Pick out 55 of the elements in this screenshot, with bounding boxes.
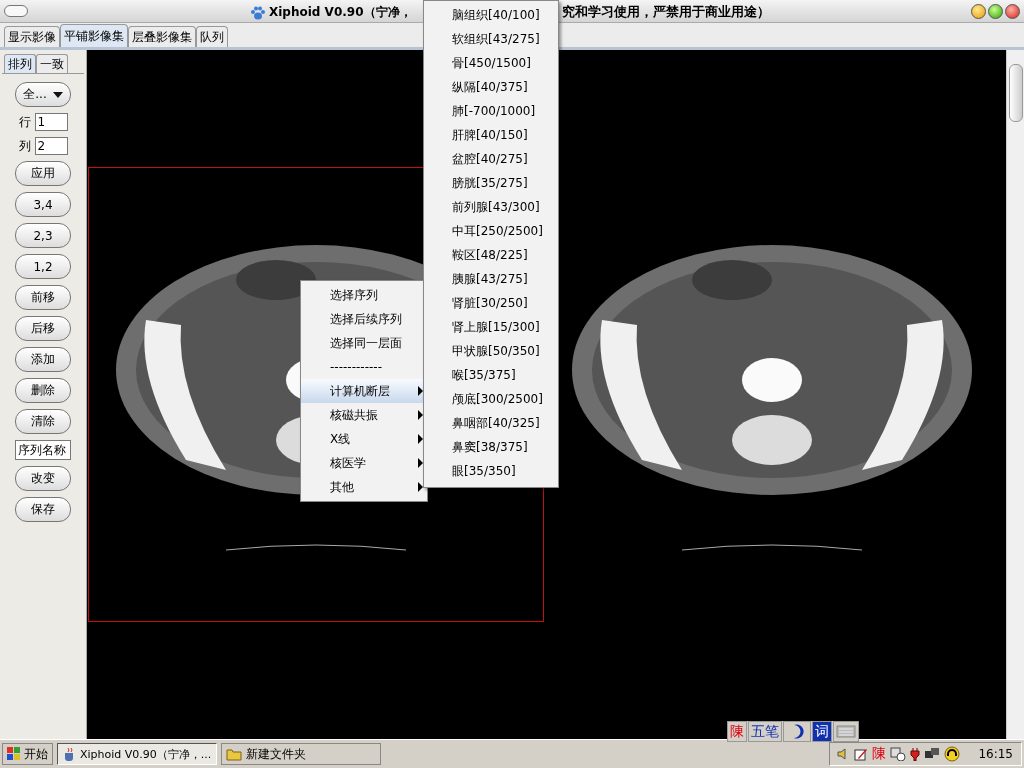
menu-item[interactable]: 膀胱[35/275] bbox=[424, 171, 558, 195]
menu-item[interactable]: 鼻咽部[40/325] bbox=[424, 411, 558, 435]
side-button[interactable]: 保存 bbox=[15, 497, 71, 522]
menu-item[interactable]: 肾上腺[15/300] bbox=[424, 315, 558, 339]
side-button[interactable]: 改变 bbox=[15, 466, 71, 491]
taskbar-item[interactable]: 新建文件夹 bbox=[221, 743, 381, 765]
tab[interactable]: 队列 bbox=[196, 26, 228, 47]
menu-item[interactable]: 骨[450/1500] bbox=[424, 51, 558, 75]
side-button[interactable]: 1,2 bbox=[15, 254, 71, 279]
tab[interactable]: 层叠影像集 bbox=[128, 26, 196, 47]
dropdown[interactable]: 全... bbox=[15, 82, 71, 107]
menu-item[interactable]: 选择序列 bbox=[301, 283, 427, 307]
name-field[interactable]: 序列名称 bbox=[15, 440, 71, 460]
start-button[interactable]: 开始 bbox=[2, 743, 53, 765]
input-mode-button[interactable]: 五笔 bbox=[748, 721, 782, 742]
menu-item[interactable]: 纵隔[40/375] bbox=[424, 75, 558, 99]
menu-item[interactable]: 肺[-700/1000] bbox=[424, 99, 558, 123]
input-field[interactable]: 1 bbox=[34, 113, 68, 131]
side-button[interactable]: 后移 bbox=[15, 316, 71, 341]
menu-item[interactable]: 软组织[43/275] bbox=[424, 27, 558, 51]
tab[interactable]: 显示影像 bbox=[4, 26, 60, 47]
menu-item[interactable]: 脑组织[40/100] bbox=[424, 3, 558, 27]
menu-item[interactable]: 前列腺[43/300] bbox=[424, 195, 558, 219]
menu-item[interactable]: 选择后续序列 bbox=[301, 307, 427, 331]
menu-item[interactable]: 甲状腺[50/350] bbox=[424, 339, 558, 363]
menu-item[interactable]: 喉[35/375] bbox=[424, 363, 558, 387]
tab[interactable]: 一致 bbox=[36, 54, 68, 73]
menu-item[interactable]: 鼻窦[38/375] bbox=[424, 435, 558, 459]
window-title: Xiphoid V0.90（宁净， bbox=[269, 4, 412, 21]
side-button[interactable]: 2,3 bbox=[15, 223, 71, 248]
tab[interactable]: 平铺影像集 bbox=[60, 24, 128, 47]
side-button[interactable]: 添加 bbox=[15, 347, 71, 372]
word-mode-button[interactable]: 词 bbox=[812, 721, 832, 742]
menu-item[interactable]: 肝脾[40/150] bbox=[424, 123, 558, 147]
menu-item[interactable]: 鞍区[48/225] bbox=[424, 243, 558, 267]
menu-item[interactable]: 颅底[300/2500] bbox=[424, 387, 558, 411]
menu-item[interactable]: 肾脏[30/250] bbox=[424, 291, 558, 315]
menu-item[interactable]: 胰腺[43/275] bbox=[424, 267, 558, 291]
window-title: 究和学习使用，严禁用于商业用途） bbox=[562, 3, 770, 21]
menu-item[interactable]: ------------ bbox=[301, 355, 427, 379]
field-label: 行 bbox=[18, 113, 31, 131]
side-button[interactable]: 前移 bbox=[15, 285, 71, 310]
taskbar-item[interactable]: Xiphoid V0.90（宁净，... bbox=[57, 743, 217, 765]
menu-item[interactable]: 盆腔[40/275] bbox=[424, 147, 558, 171]
menu-item[interactable]: 选择同一层面 bbox=[301, 331, 427, 355]
side-button[interactable]: 应用 bbox=[15, 161, 71, 186]
side-button[interactable]: 清除 bbox=[15, 409, 71, 434]
menu-item[interactable]: 眼[35/350] bbox=[424, 459, 558, 483]
side-button[interactable]: 删除 bbox=[15, 378, 71, 403]
menu-item[interactable]: 中耳[250/2500] bbox=[424, 219, 558, 243]
side-button[interactable]: 3,4 bbox=[15, 192, 71, 217]
input-field[interactable]: 2 bbox=[34, 137, 68, 155]
tab[interactable]: 排列 bbox=[4, 54, 36, 73]
field-label: 列 bbox=[18, 137, 31, 155]
clock: 16:15 bbox=[978, 747, 1013, 761]
